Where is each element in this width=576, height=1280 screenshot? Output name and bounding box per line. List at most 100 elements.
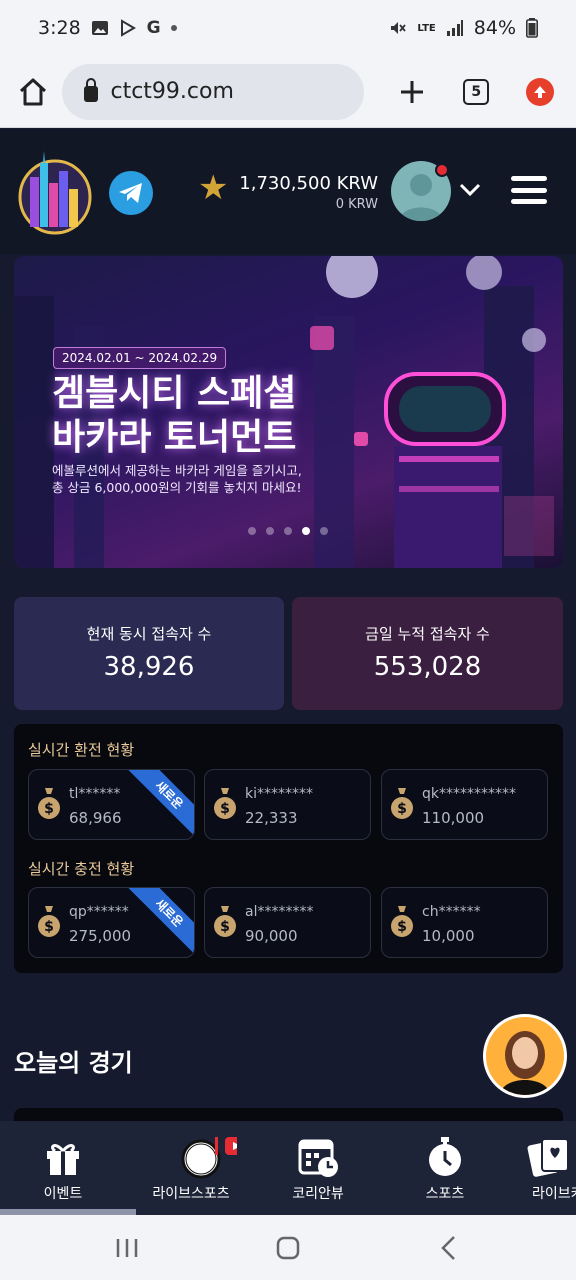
live-sports-icon xyxy=(181,1137,238,1179)
stat-value: 553,028 xyxy=(373,652,482,682)
live-transactions-panel: 실시간 환전 현황 $ tl****** 68,966 새로운 $ ki******** 2… xyxy=(14,724,563,973)
update-button[interactable] xyxy=(522,72,558,112)
stat-value: 38,926 xyxy=(103,652,195,682)
cards-icon xyxy=(527,1138,569,1177)
transaction-card: $ ch****** 10,000 xyxy=(381,887,548,958)
bottom-navigation: 이벤트 라이브스포츠 코리안뷰 스포츠 라이브카 xyxy=(0,1121,576,1215)
transaction-amount: 275,000 xyxy=(69,927,132,945)
lock-icon xyxy=(84,77,99,102)
money-bag-icon: $ xyxy=(214,906,236,937)
tab-count: 5 xyxy=(463,78,490,105)
money-bag-icon: $ xyxy=(214,788,236,819)
home-nav-button[interactable] xyxy=(273,1233,303,1263)
back-icon xyxy=(441,1236,455,1260)
home-icon xyxy=(20,78,47,105)
gift-icon xyxy=(47,1144,79,1175)
banner-pager xyxy=(248,527,328,535)
play-store-icon xyxy=(120,19,136,37)
masked-username: ch****** xyxy=(422,904,481,920)
recent-apps-icon xyxy=(116,1239,138,1257)
balance-main: 1,730,500 KRW xyxy=(239,173,378,194)
stat-label: 현재 동시 접속자 수 xyxy=(86,625,212,643)
new-badge: 새로운 xyxy=(125,888,194,957)
stopwatch-icon xyxy=(429,1137,461,1176)
recent-apps-button[interactable] xyxy=(112,1233,142,1263)
balance-sub: 0 KRW xyxy=(335,197,378,212)
banner-sub-line: 에볼루션에서 제공하는 바카라 게임을 즐기시고, xyxy=(52,463,302,478)
new-badge: 새로운 xyxy=(125,770,194,839)
masked-username: al******** xyxy=(245,904,314,920)
nav-sports[interactable]: 스포츠 xyxy=(380,1121,510,1215)
daily-visitors-card: 금일 누적 접속자 수 553,028 xyxy=(292,597,563,710)
transaction-amount: 110,000 xyxy=(422,809,485,827)
money-bag-icon: $ xyxy=(38,906,60,937)
masked-username: tl****** xyxy=(69,786,121,802)
telegram-button[interactable] xyxy=(109,171,153,215)
svg-text:$: $ xyxy=(397,801,407,817)
banner-title: 겜블시티 스페셜 바카라 토너먼트 xyxy=(52,372,296,460)
plus-icon xyxy=(401,80,424,103)
mute-icon xyxy=(391,22,407,34)
banner-date: 2024.02.01 ~ 2024.02.29 xyxy=(53,347,227,369)
pager-dot[interactable] xyxy=(320,527,328,535)
nav-label: 라이브카 xyxy=(532,1186,576,1202)
promo-banner[interactable]: 2024.02.01 ~ 2024.02.29 겜블시티 스페셜 바카라 토너먼… xyxy=(14,256,563,568)
money-bag-icon: $ xyxy=(391,906,413,937)
back-button[interactable] xyxy=(434,1233,464,1263)
new-tab-button[interactable] xyxy=(394,72,430,112)
nav-label: 라이브스포츠 xyxy=(152,1186,230,1202)
concurrent-users-card: 현재 동시 접속자 수 38,926 xyxy=(14,597,284,710)
site-header: ★ 1,730,500 KRW 0 KRW xyxy=(0,129,576,254)
hamburger-line xyxy=(511,199,547,204)
banner-sub-line: 총 상금 6,000,000원의 기회를 놓치지 마세요! xyxy=(52,480,302,495)
signal-icon xyxy=(446,20,463,36)
site-logo[interactable] xyxy=(18,149,92,235)
withdraw-title: 실시간 환전 현황 xyxy=(28,741,135,759)
star-icon: ★ xyxy=(198,168,229,208)
gallery-icon xyxy=(91,21,108,35)
banner-title-line: 바카라 토너먼트 xyxy=(52,417,297,458)
transaction-card: $ tl****** 68,966 새로운 xyxy=(28,769,195,840)
svg-text:$: $ xyxy=(220,919,230,935)
banner-subtitle: 에볼루션에서 제공하는 바카라 게임을 즐기시고, 총 상금 6,000,000… xyxy=(52,462,302,496)
masked-username: qp****** xyxy=(69,904,129,920)
banner-title-line: 겜블시티 스페셜 xyxy=(52,373,297,414)
nav-event[interactable]: 이벤트 xyxy=(0,1121,126,1215)
chevron-down-icon[interactable] xyxy=(458,181,482,199)
android-navigation-bar xyxy=(0,1215,576,1280)
pager-dot[interactable] xyxy=(266,527,274,535)
nav-korean-view[interactable]: 코리안뷰 xyxy=(256,1121,380,1215)
browser-toolbar: ctct99.com 5 xyxy=(0,56,576,128)
transaction-amount: 90,000 xyxy=(245,927,298,945)
hamburger-line xyxy=(511,176,547,181)
menu-button[interactable] xyxy=(511,176,547,204)
nav-label: 코리안뷰 xyxy=(292,1186,344,1202)
notification-badge xyxy=(435,163,449,177)
pager-dot[interactable] xyxy=(284,527,292,535)
nav-live-sports[interactable]: 라이브스포츠 xyxy=(126,1121,256,1215)
nav-live-casino[interactable]: 라이브카 xyxy=(510,1121,576,1215)
pager-dot[interactable] xyxy=(302,527,310,535)
svg-text:$: $ xyxy=(397,919,407,935)
google-icon: G xyxy=(146,18,161,38)
update-icon xyxy=(526,77,555,106)
tabs-button[interactable]: 5 xyxy=(458,72,494,112)
pager-dot[interactable] xyxy=(248,527,256,535)
balance: 1,730,500 KRW 0 KRW xyxy=(239,173,378,212)
nav-label: 스포츠 xyxy=(425,1186,465,1202)
telegram-icon xyxy=(119,183,142,203)
transaction-amount: 10,000 xyxy=(422,927,475,945)
svg-text:$: $ xyxy=(44,919,54,935)
home-button[interactable] xyxy=(18,75,48,109)
calendar-clock-icon xyxy=(298,1139,338,1177)
support-agent-icon xyxy=(500,1031,550,1095)
network-type: LTE xyxy=(417,22,436,34)
home-circle-icon xyxy=(276,1236,300,1260)
address-bar[interactable]: ctct99.com xyxy=(62,63,365,120)
transaction-card: $ al******** 90,000 xyxy=(204,887,371,958)
masked-username: qk*********** xyxy=(422,786,516,802)
transaction-amount: 22,333 xyxy=(245,809,298,827)
stat-label: 금일 누적 접속자 수 xyxy=(365,625,490,643)
support-chat-button[interactable] xyxy=(483,1014,567,1098)
money-bag-icon: $ xyxy=(38,788,60,819)
